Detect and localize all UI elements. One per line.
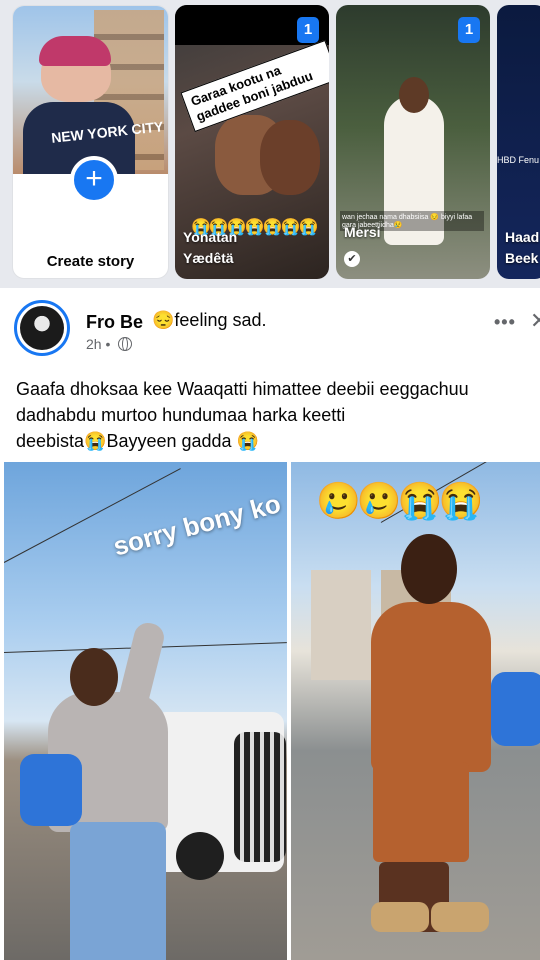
story-count-badge: 1 — [297, 17, 319, 43]
globe-icon — [118, 337, 133, 351]
sad-face-emoji: 😔 — [152, 310, 175, 330]
verified-icon: ✔ — [344, 251, 360, 267]
post-photo-right[interactable] — [291, 462, 540, 960]
post-text: Gaafa dhoksaa kee Waaqatti himattee deeb… — [16, 379, 469, 451]
story-author-name: Yonatan Yædêtä — [183, 229, 238, 266]
create-story-label: Create story — [46, 253, 135, 270]
close-icon[interactable]: ✕ — [530, 308, 540, 334]
story-card-mersi[interactable]: wan jechaa nama dhabsiisa 😔 biyyi lafaa … — [336, 5, 490, 279]
feeling-status: 😔feeling sad. — [152, 310, 267, 330]
create-story-photo: NEW YORK CITY — [13, 6, 168, 174]
story-card-haad[interactable]: HBD Fenu Haad Beek — [497, 5, 540, 279]
photo-emojis: 🥲🥲😭😭 — [316, 480, 483, 521]
story-card-yonatan[interactable]: Garaa kootu na gaddee boni jabduu 😭😭😭😭😭😭… — [175, 5, 329, 279]
post-header: Fro Be 😔feeling sad. 2h • ••• ✕ — [0, 296, 540, 366]
post-time[interactable]: 2h — [86, 336, 102, 352]
post-author[interactable]: Fro Be — [86, 312, 143, 333]
story-author-name: Mersi — [344, 224, 381, 240]
more-icon[interactable]: ••• — [494, 312, 516, 333]
avatar[interactable] — [14, 300, 70, 356]
stories-tray: NEW YORK CITY + Create story Garaa kootu… — [0, 0, 540, 288]
story-count-badge: 1 — [458, 17, 480, 43]
plus-icon[interactable]: + — [70, 156, 118, 204]
post-meta: 2h • — [86, 336, 133, 352]
story-author-name: Haad Beek — [505, 229, 540, 266]
create-story-card[interactable]: NEW YORK CITY + Create story — [12, 5, 169, 279]
story-caption: HBD Fenu — [497, 155, 540, 165]
